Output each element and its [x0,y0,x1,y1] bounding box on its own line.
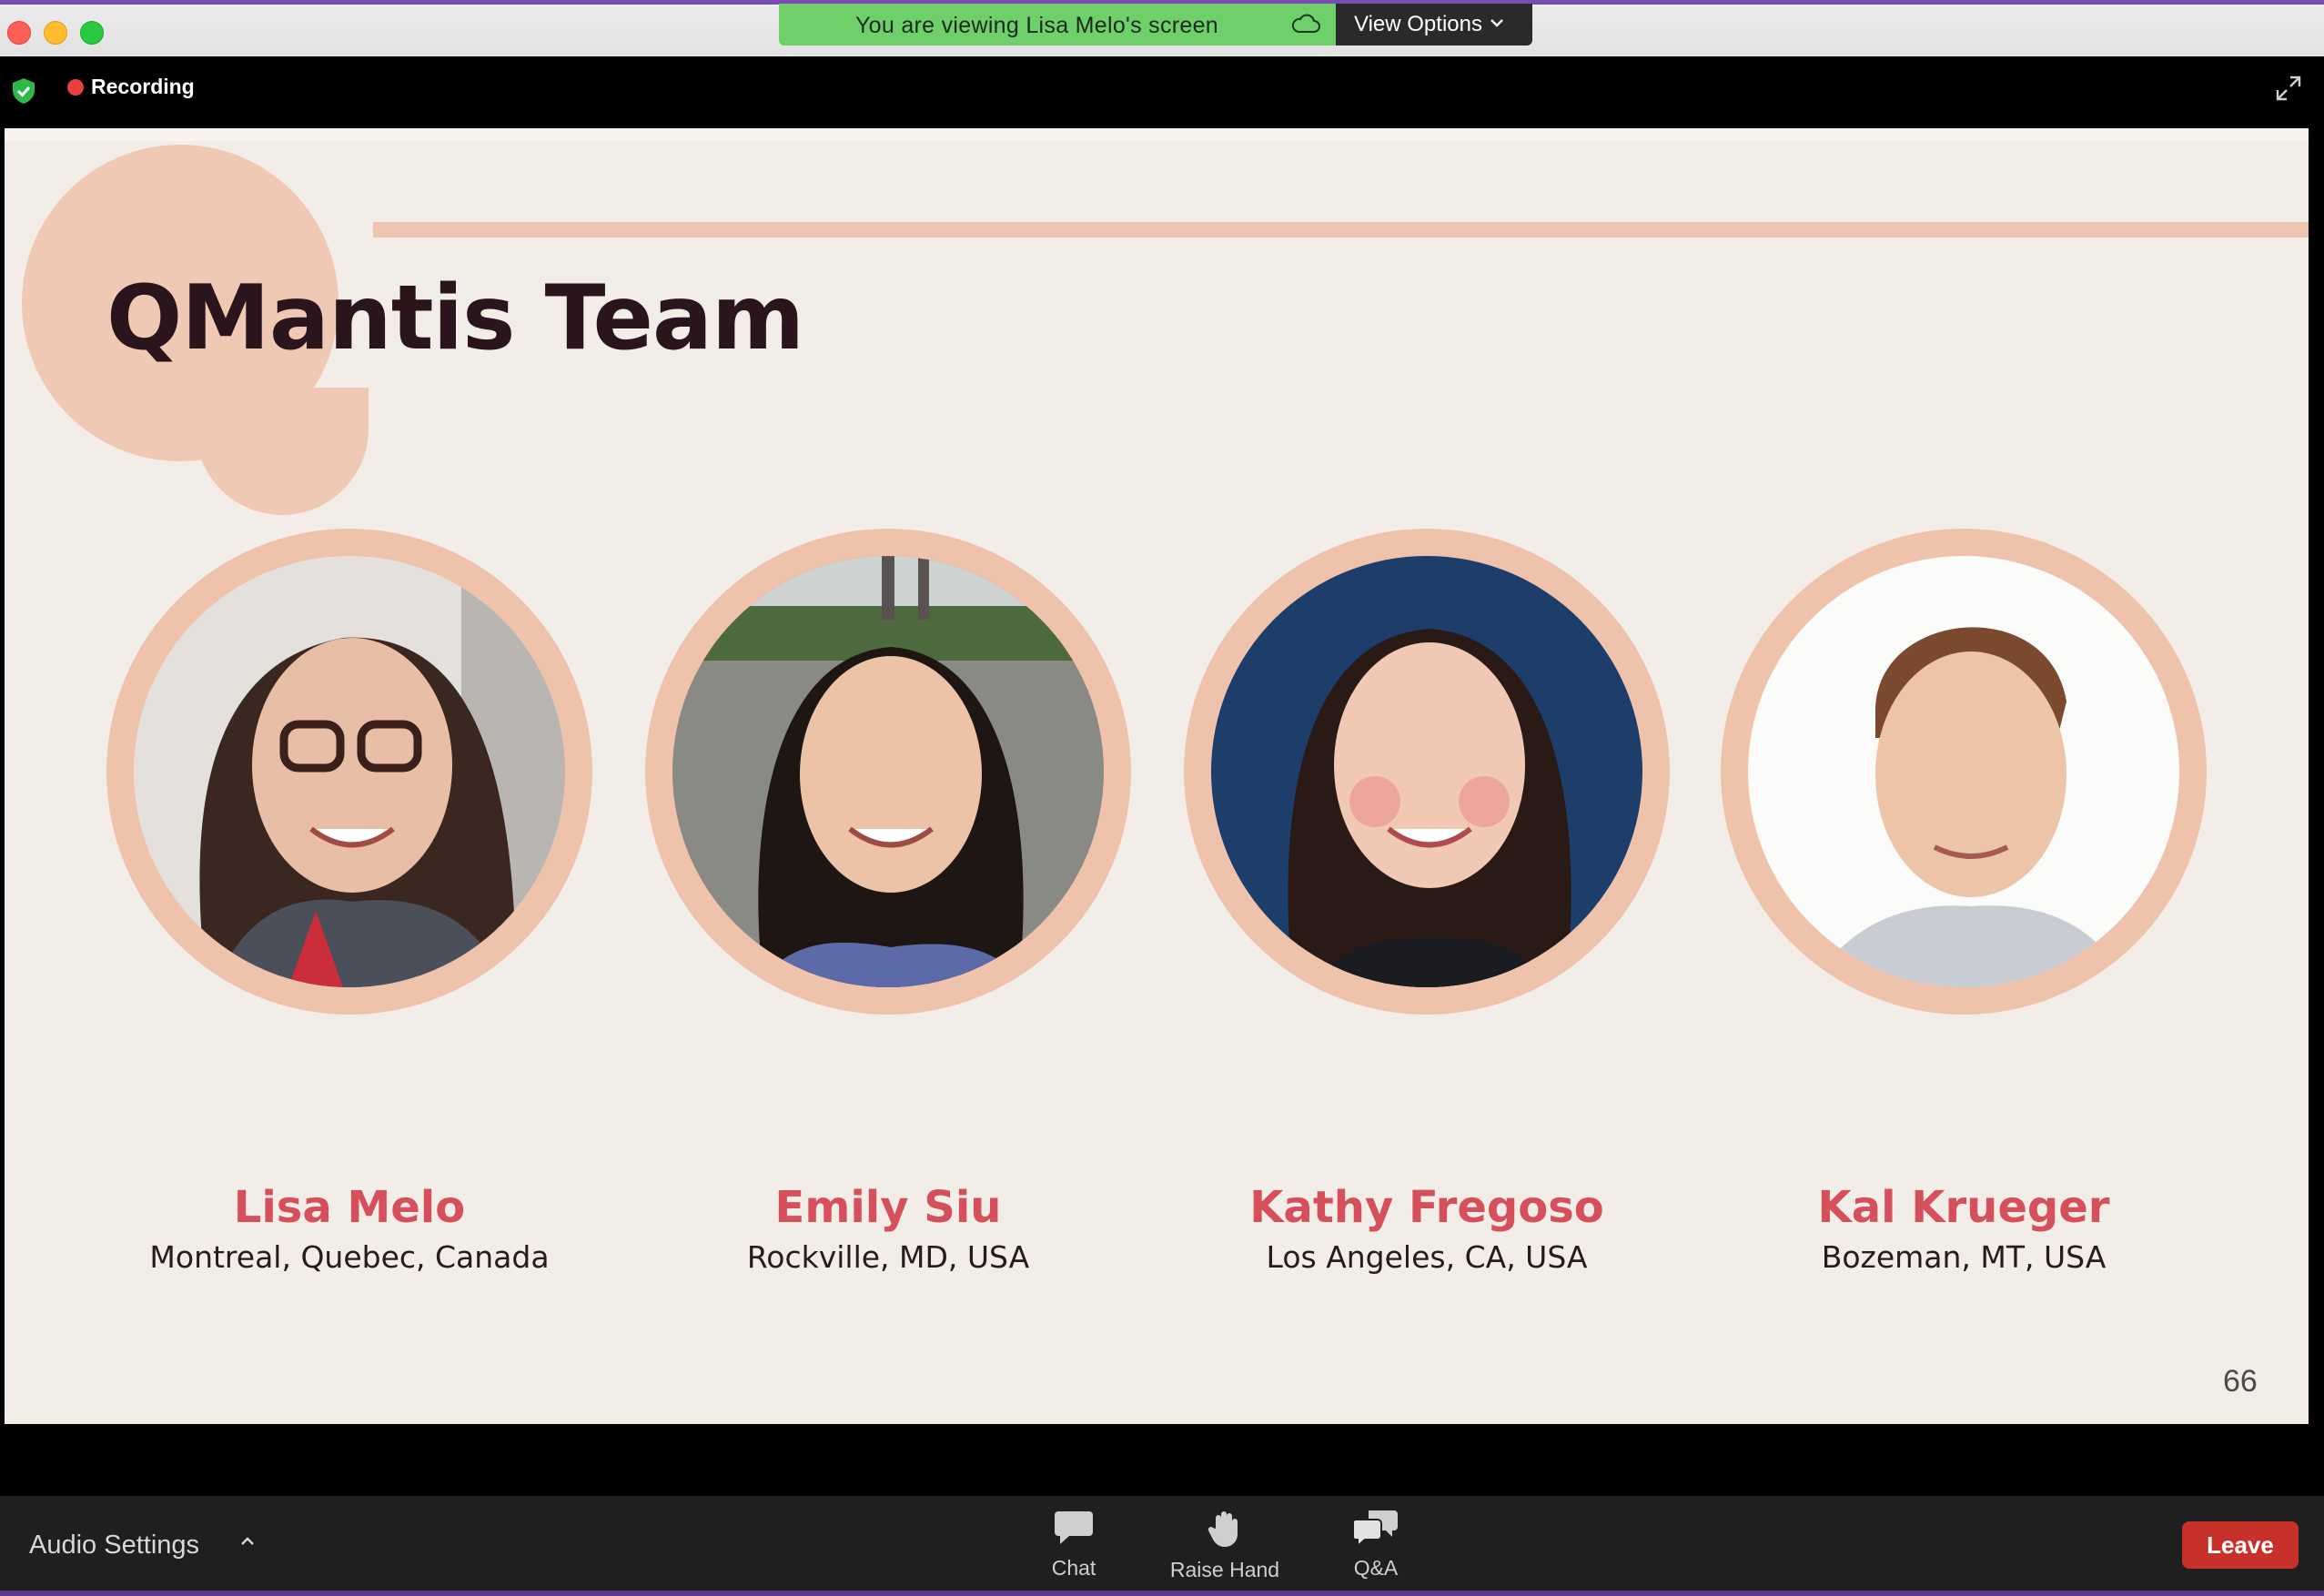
minimize-window-icon[interactable] [44,21,67,45]
member-name: Lisa Melo [233,1182,466,1233]
zoom-window-icon[interactable] [80,21,104,45]
member-name: Kal Krueger [1817,1182,2110,1233]
window-bottom-edge [0,1591,2324,1596]
member-location: Bozeman, MT, USA [1821,1239,2107,1275]
member-photo [1748,556,2179,987]
cloud-icon [1291,14,1320,33]
slide-page-number: 66 [2223,1364,2258,1399]
chat-button[interactable]: Chat [1001,1509,1147,1581]
meeting-toolbar: Audio Settings Chat Raise Hand Q&A Leave [0,1496,2324,1596]
member-photo [134,556,565,987]
close-window-icon[interactable] [7,21,31,45]
recording-indicator-dot [67,79,84,96]
leave-button[interactable]: Leave [2182,1521,2299,1569]
view-options-label: View Options [1354,12,1482,36]
recording-label: Recording [91,75,195,98]
member-name: Kathy Fregoso [1249,1182,1604,1233]
chat-label: Chat [1051,1556,1096,1580]
raise-hand-icon [1207,1511,1238,1547]
chevron-up-icon[interactable] [238,1532,257,1551]
member-name: Emily Siu [774,1182,1002,1233]
member-location: Los Angeles, CA, USA [1266,1239,1588,1275]
chevron-down-icon [1490,19,1503,27]
member-location: Rockville, MD, USA [746,1239,1030,1275]
decorative-q-tail [196,388,369,515]
shared-screen-slide: QMantis Team Lisa Melo Montreal, Quebec,… [5,128,2309,1424]
slide-top-band [5,128,2309,141]
decorative-bar [373,222,2309,237]
qa-button[interactable]: Q&A [1303,1509,1449,1581]
raise-hand-button[interactable]: Raise Hand [1152,1509,1298,1582]
audio-settings-button[interactable]: Audio Settings [29,1530,199,1561]
screen-share-banner-text: You are viewing Lisa Melo's screen [855,13,1218,38]
member-photo [1211,556,1642,987]
member-photo [672,556,1104,987]
member-location: Montreal, Quebec, Canada [149,1239,550,1275]
meeting-status-bar [0,56,2324,127]
view-options-button[interactable]: View Options [1336,4,1532,45]
expand-icon[interactable] [2275,75,2302,102]
raise-hand-label: Raise Hand [1169,1558,1280,1581]
chat-icon [1055,1511,1093,1544]
security-shield-icon[interactable] [11,76,36,106]
qa-label: Q&A [1353,1556,1399,1580]
slide-title: QMantis Team [106,267,804,370]
screen-share-banner: You are viewing Lisa Melo's screen [779,4,1336,45]
qa-icon [1352,1510,1398,1547]
